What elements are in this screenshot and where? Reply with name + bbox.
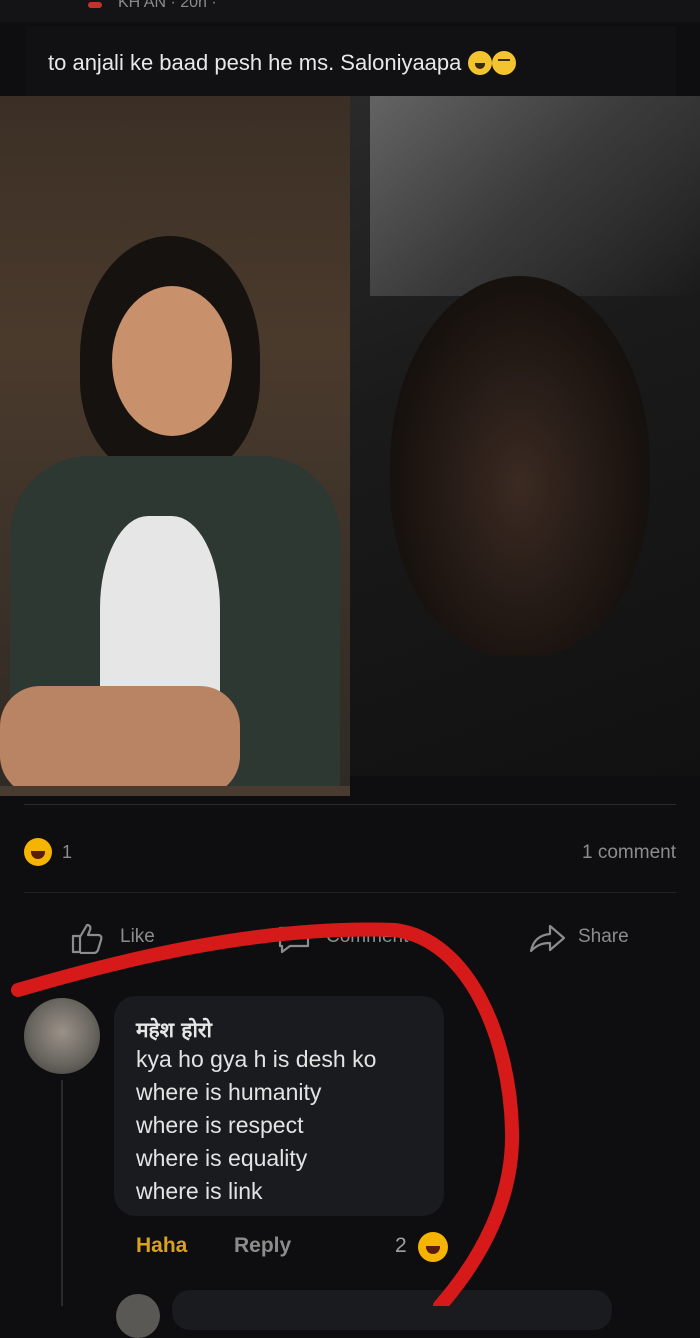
comment-line: where is respect	[136, 1112, 304, 1138]
page-badge-icon	[88, 2, 102, 8]
grimacing-face-icon	[467, 51, 492, 75]
reply-button[interactable]: Reply	[234, 1234, 291, 1258]
comment-bubble-icon	[278, 926, 310, 954]
like-button[interactable]: Like	[70, 923, 190, 956]
divider	[24, 804, 676, 805]
post-caption-text: to anjali ke baad pesh he ms. Saloniyaap…	[48, 50, 462, 75]
comment-line: where is humanity	[136, 1079, 322, 1105]
comment-thread-line	[61, 1080, 63, 1306]
post-photo-right[interactable]	[350, 96, 700, 776]
share-label: Share	[578, 926, 629, 947]
share-arrow-icon	[529, 924, 566, 953]
comment-line: where is equality	[136, 1145, 308, 1171]
post-author-meta[interactable]: KH AN · 20h ·	[118, 0, 217, 12]
divider	[24, 892, 676, 893]
haha-reaction-icon	[24, 838, 52, 866]
commenter-avatar[interactable]	[24, 998, 100, 1074]
comment-line: where is link	[136, 1178, 263, 1204]
thumbs-up-icon	[71, 923, 103, 954]
comment-reaction-count[interactable]: 2	[395, 1234, 407, 1258]
comment-count[interactable]: 1 comment	[582, 842, 676, 864]
comment-bubble[interactable]: महेश होरो kya ho gya h is desh ko where …	[114, 996, 444, 1216]
reply-bubble[interactable]	[172, 1290, 612, 1330]
comment-line: kya ho gya h is desh ko	[136, 1046, 377, 1072]
comment-button[interactable]: Comment	[276, 926, 436, 956]
post-header: KH AN · 20h ·	[0, 0, 700, 22]
comment-actions: Haha Reply 2	[136, 1232, 456, 1264]
reply-avatar[interactable]	[116, 1294, 160, 1338]
post-caption-box: to anjali ke baad pesh he ms. Saloniyaap…	[26, 26, 676, 96]
post-caption: to anjali ke baad pesh he ms. Saloniyaap…	[48, 50, 516, 76]
haha-reaction-icon	[418, 1232, 448, 1262]
post-photos[interactable]	[0, 96, 700, 796]
comment-label: Comment	[326, 926, 409, 947]
share-button[interactable]: Share	[528, 924, 648, 956]
haha-reaction-button[interactable]: Haha	[136, 1234, 187, 1258]
like-label: Like	[120, 926, 155, 947]
commenter-name[interactable]: महेश होरो	[136, 1016, 212, 1044]
crying-laughing-face-icon	[491, 51, 516, 75]
reaction-count: 1	[62, 842, 73, 862]
post-action-bar: Like Comment Share	[0, 910, 700, 970]
post-photo-left[interactable]	[0, 96, 350, 796]
